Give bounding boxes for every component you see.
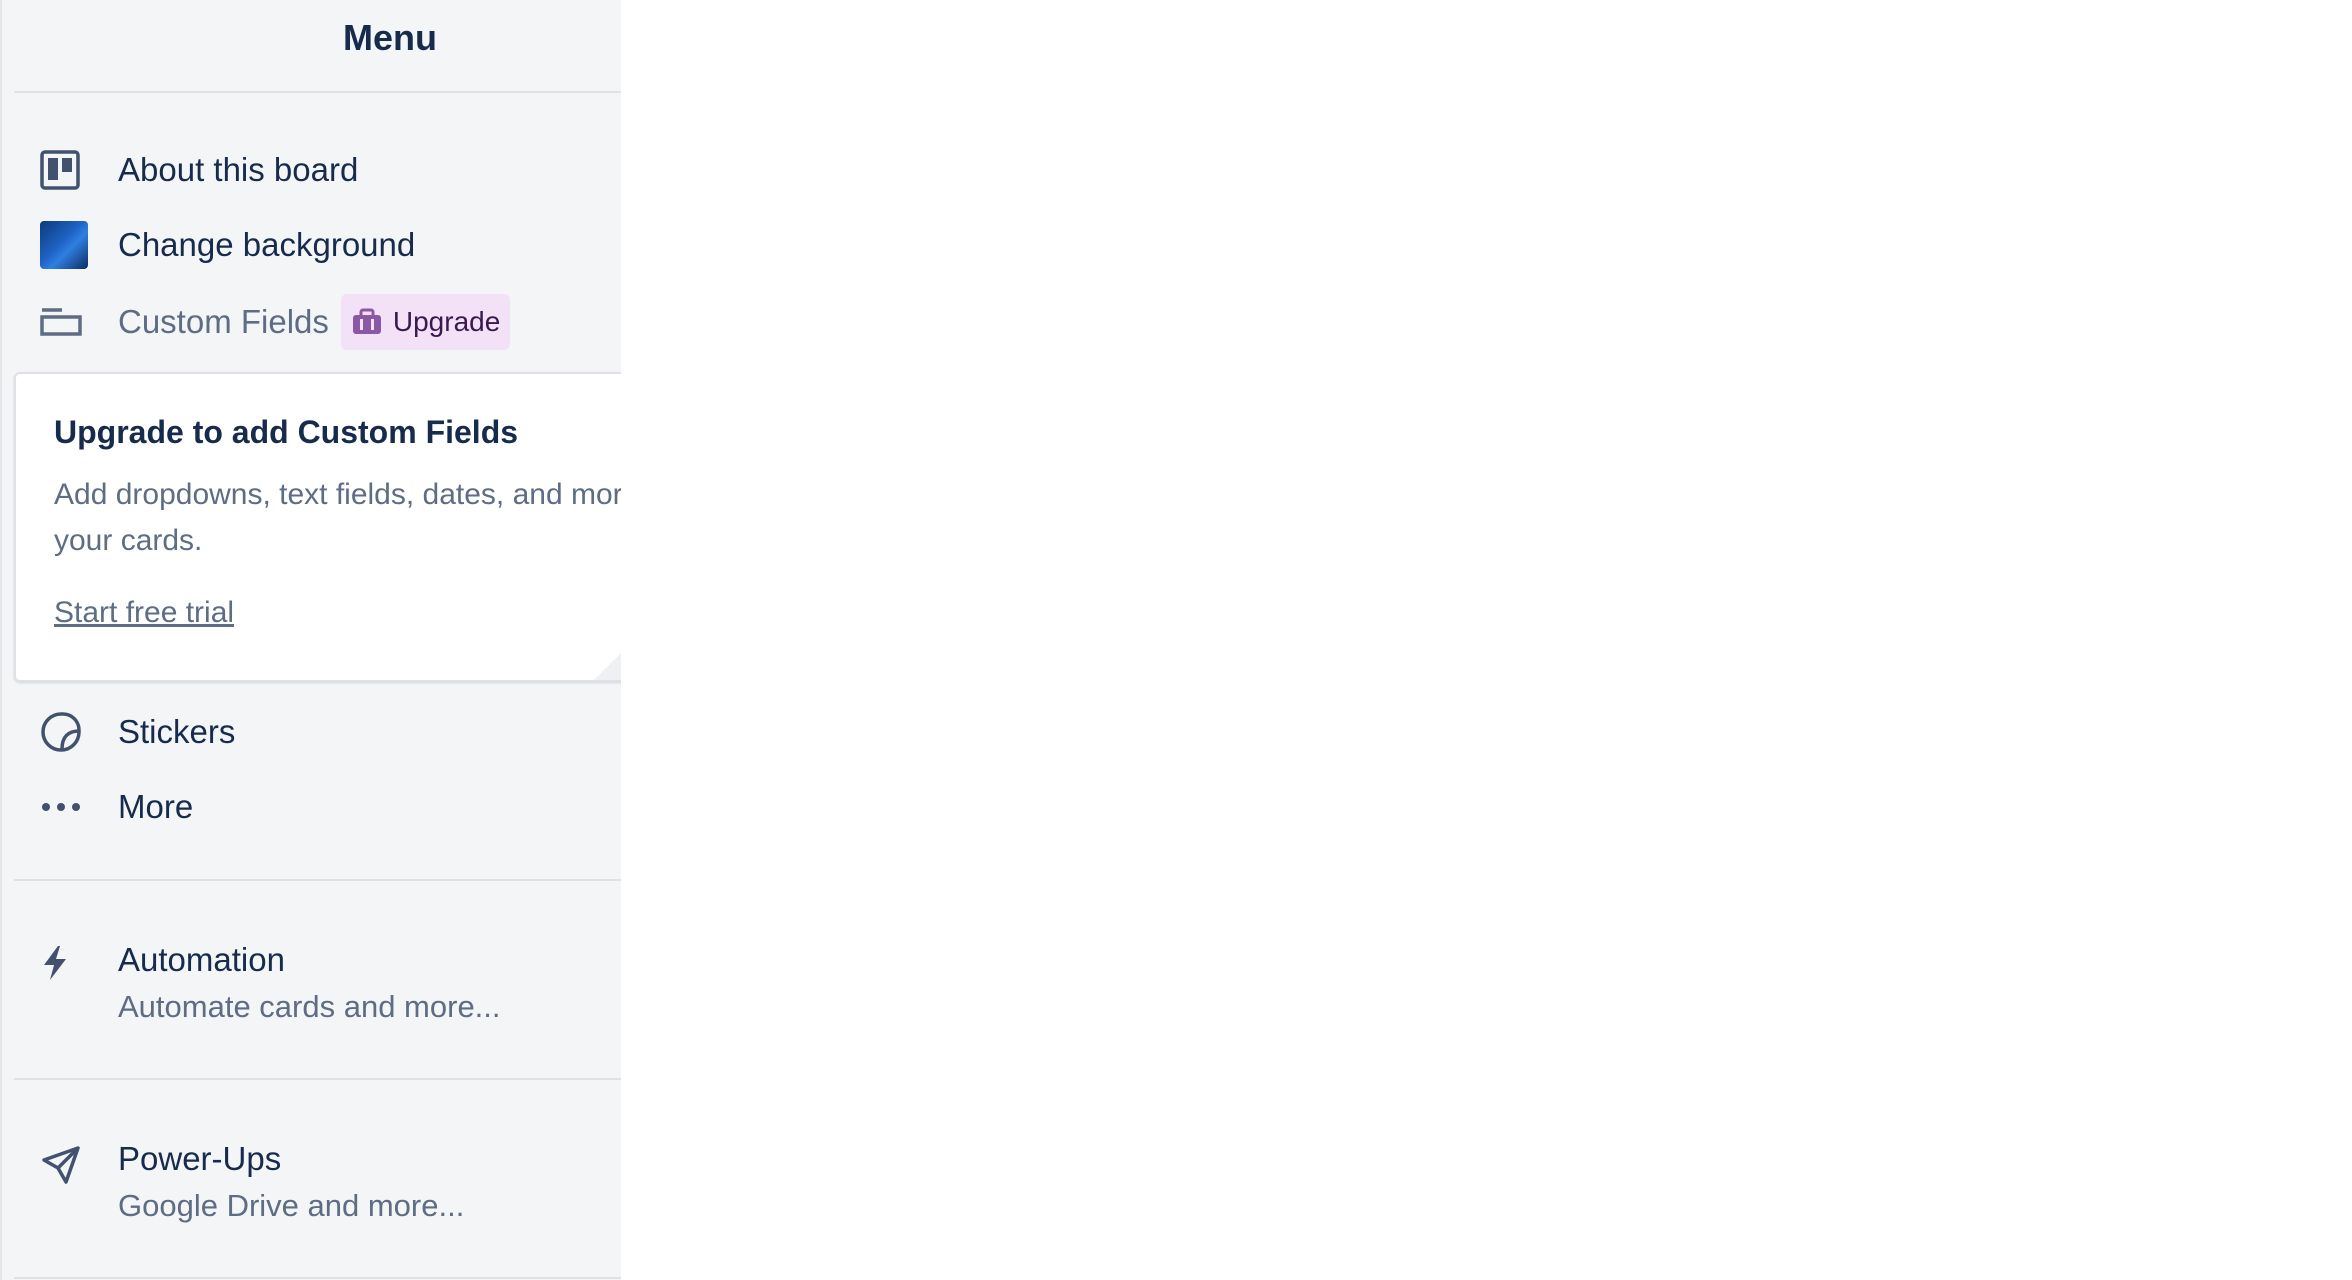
card-fold-corner — [594, 622, 621, 680]
section-divider — [14, 1078, 621, 1080]
custom-fields-upsell-card: Upgrade to add Custom Fields Add dropdow… — [14, 372, 621, 682]
menu-item-power-ups[interactable]: Power-Ups Google Drive and more... — [40, 1140, 621, 1240]
menu-item-stickers[interactable]: Stickers — [40, 704, 621, 760]
menu-title: Menu — [343, 17, 437, 58]
briefcase-icon — [351, 308, 383, 336]
menu-item-label: Custom Fields — [118, 303, 329, 340]
menu-item-about-board[interactable]: About this board — [40, 142, 621, 198]
upsell-title: Upgrade to add Custom Fields — [54, 414, 519, 450]
rocket-icon — [40, 1144, 92, 1192]
section-divider — [14, 879, 621, 881]
menu-item-label: Stickers — [118, 713, 236, 750]
sticker-icon — [40, 704, 92, 760]
background-swatch — [40, 217, 92, 273]
menu-item-custom-fields[interactable]: Custom Fields Upgrade — [40, 294, 621, 350]
header-divider — [14, 91, 621, 93]
menu-item-label: About this board — [118, 151, 359, 188]
automation-subtitle: Automate cards and more... — [118, 989, 501, 1024]
menu-item-label: More — [118, 788, 194, 825]
menu-item-automation[interactable]: Automation Automate cards and more... — [40, 941, 621, 1041]
upsell-description: Add dropdowns, text fields, dates, and m… — [54, 478, 621, 557]
upgrade-badge-label: Upgrade — [392, 306, 501, 337]
custom-field-icon — [40, 294, 92, 350]
start-free-trial-link[interactable]: Start free trial — [54, 596, 234, 630]
automation-title: Automation — [118, 941, 285, 978]
power-ups-title: Power-Ups — [118, 1140, 282, 1177]
upgrade-badge[interactable]: Upgrade — [340, 294, 511, 350]
power-ups-subtitle: Google Drive and more... — [118, 1188, 465, 1223]
section-divider — [14, 1277, 621, 1279]
menu-item-change-background[interactable]: Change background — [40, 217, 621, 273]
menu-item-more[interactable]: More — [40, 779, 621, 835]
lightning-icon — [40, 945, 92, 993]
board-menu-panel: Menu About this board Change background … — [0, 0, 621, 1280]
menu-item-label: Change background — [118, 226, 416, 263]
board-icon — [40, 142, 92, 198]
ellipsis-icon — [40, 779, 92, 835]
